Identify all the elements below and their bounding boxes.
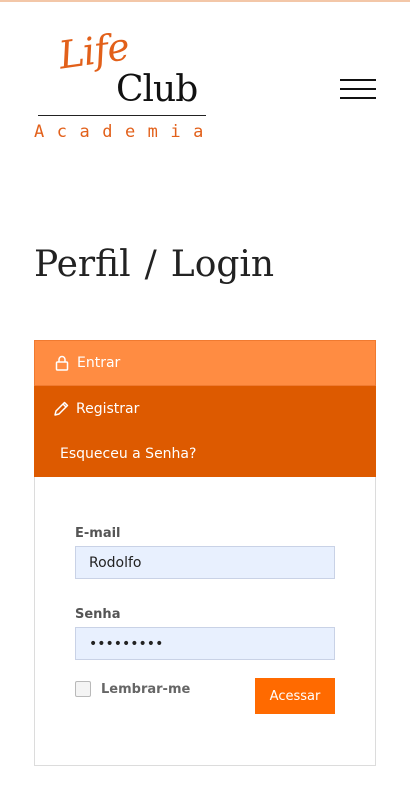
breadcrumb-separator: / [144,244,157,285]
menu-bar [340,79,376,81]
password-field[interactable] [75,627,335,660]
remember-checkbox[interactable] [75,681,91,697]
tab-entrar-label: Entrar [77,355,121,371]
top-rule [0,0,410,2]
lock-icon [53,354,71,372]
menu-bar [340,97,376,99]
forgot-password-link[interactable]: Esqueceu a Senha? [34,431,376,477]
tab-registrar[interactable]: Registrar [34,386,376,431]
remember-label: Lembrar-me [101,681,191,697]
logo[interactable]: Life Club Academia [34,24,216,146]
pencil-icon [52,400,70,418]
menu-bar [340,88,376,90]
submit-button[interactable]: Acessar [255,678,335,714]
tab-entrar[interactable]: Entrar [34,340,376,386]
logo-club-text: Club [116,69,198,110]
logo-divider [38,115,206,116]
page-title: Perfil / Login [34,244,274,285]
breadcrumb-perfil: Perfil [34,244,131,285]
remember-me-toggle[interactable]: Lembrar-me [75,681,190,697]
tab-registrar-label: Registrar [76,400,140,417]
email-field[interactable] [75,546,335,579]
logo-subtitle: Academia [34,122,216,142]
login-panel: Entrar Registrar Esqueceu a Senha? E-mai… [34,340,376,766]
email-label: E-mail [75,526,121,541]
login-form: E-mail Senha Lembrar-me Acessar [75,526,335,714]
password-label: Senha [75,607,121,622]
hamburger-menu-icon[interactable] [340,76,376,102]
breadcrumb-login: Login [170,244,275,285]
